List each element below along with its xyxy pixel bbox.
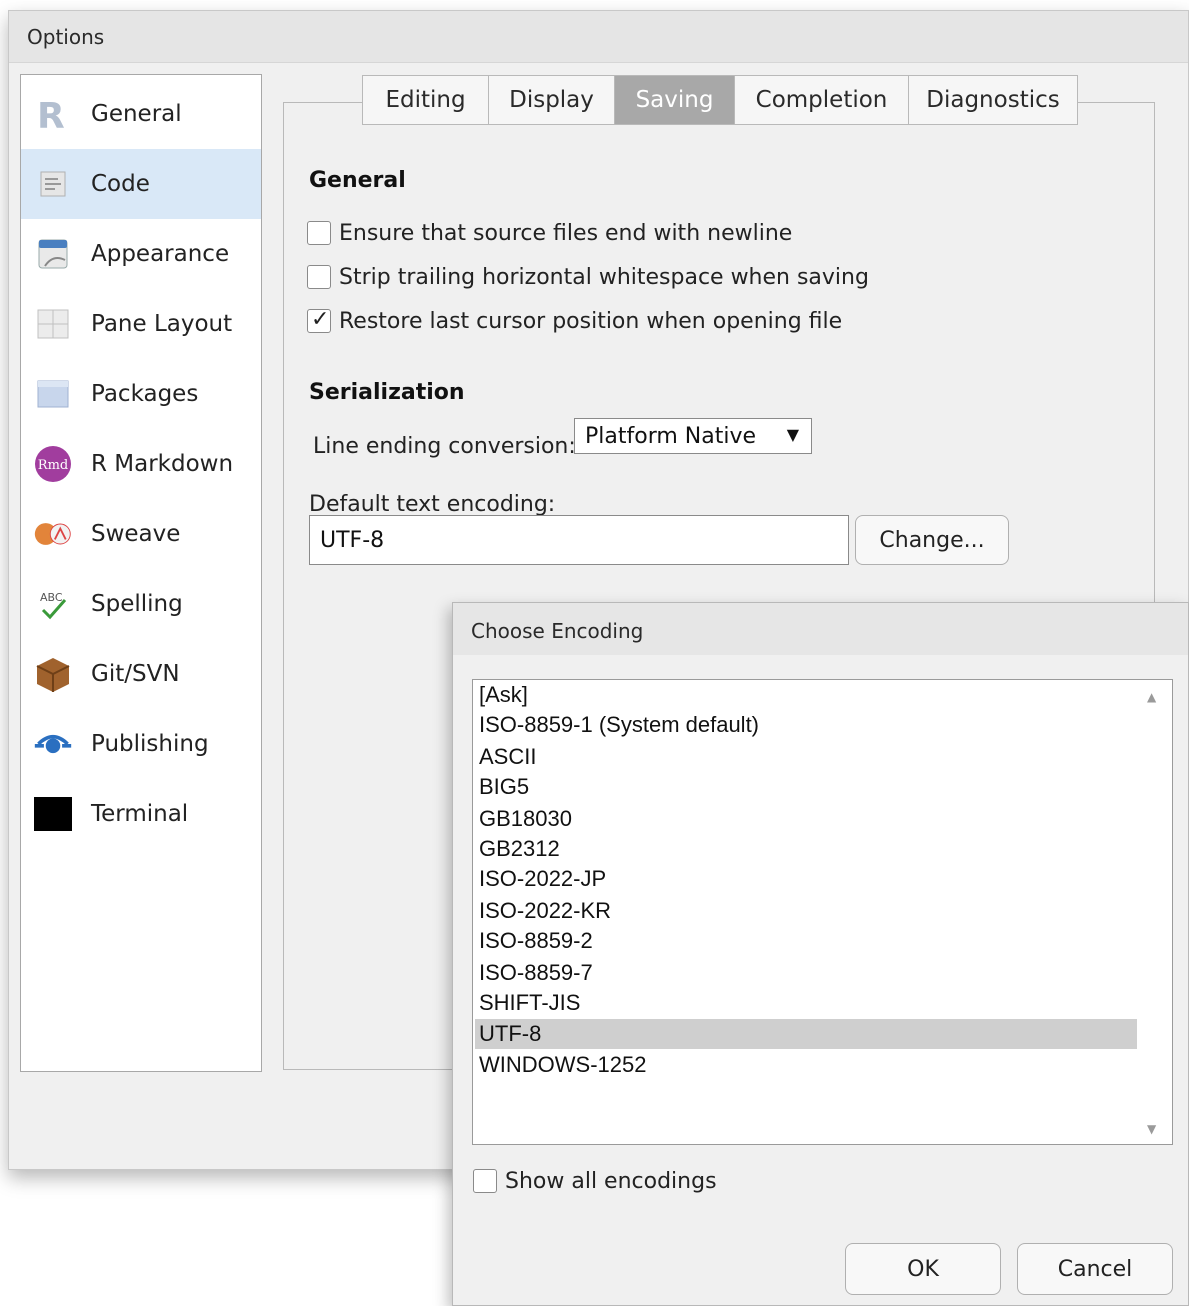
sidebar-item-label: Pane Layout — [91, 311, 233, 337]
option-restore-cursor[interactable]: Restore last cursor position when openin… — [307, 306, 842, 336]
sidebar-item-code[interactable]: Code — [21, 149, 261, 219]
tab-bar: Editing Display Saving Completion Diagno… — [362, 75, 1078, 125]
sidebar-item-label: Terminal — [91, 801, 189, 827]
appearance-icon — [33, 234, 73, 274]
sidebar-item-publishing[interactable]: Publishing — [21, 709, 261, 779]
encoding-input[interactable] — [309, 515, 849, 565]
sidebar-item-terminal[interactable]: Terminal — [21, 779, 261, 849]
encoding-list-item[interactable]: ISO-2022-JP — [475, 864, 1137, 894]
encoding-list-item[interactable]: ISO-8859-2 — [475, 926, 1137, 956]
scroll-up-icon[interactable]: ▲ — [1147, 690, 1156, 704]
window-title: Options — [27, 25, 105, 49]
option-ensure-newline[interactable]: Ensure that source files end with newlin… — [307, 218, 792, 248]
line-ending-value: Platform Native — [585, 423, 757, 449]
option-label: Restore last cursor position when openin… — [339, 308, 843, 334]
encoding-dialog-title: Choose Encoding — [471, 619, 644, 643]
show-all-encodings-option[interactable]: Show all encodings — [473, 1166, 717, 1196]
encoding-list-item[interactable]: BIG5 — [475, 772, 1137, 802]
terminal-icon — [33, 794, 73, 834]
dropdown-arrow-icon: ▼ — [786, 425, 799, 444]
encoding-list[interactable]: [Ask] ISO-8859-1 (System default) ASCII … — [472, 679, 1173, 1145]
encoding-list-item[interactable]: [Ask] — [475, 680, 1137, 710]
sidebar-item-general[interactable]: R General — [21, 79, 261, 149]
sidebar-item-label: Sweave — [91, 521, 181, 547]
change-encoding-button[interactable]: Change... — [855, 515, 1009, 565]
section-header-serialization: Serialization — [309, 380, 465, 405]
encoding-list-item[interactable]: ISO-2022-KR — [475, 896, 1137, 926]
sidebar-item-label: Packages — [91, 381, 199, 407]
ok-button[interactable]: OK — [845, 1243, 1001, 1295]
svg-text:R: R — [37, 96, 65, 133]
list-scrollbar[interactable]: ▲ ▼ — [1138, 680, 1172, 1144]
encoding-list-item[interactable]: ISO-8859-7 — [475, 958, 1137, 988]
encoding-list-item-selected[interactable]: UTF-8 — [475, 1019, 1137, 1049]
panel-border — [283, 102, 363, 103]
spelling-icon: ABC — [33, 584, 73, 624]
svg-text:ABC: ABC — [40, 591, 63, 604]
encoding-label: Default text encoding: — [309, 492, 556, 517]
encoding-list-item[interactable]: ASCII — [475, 742, 1137, 772]
sidebar-item-label: General — [91, 101, 182, 127]
encoding-list-item[interactable]: WINDOWS-1252 — [475, 1050, 1137, 1080]
checkbox[interactable] — [307, 265, 331, 289]
line-ending-select[interactable]: Platform Native ▼ — [574, 418, 812, 454]
scroll-down-icon[interactable]: ▼ — [1147, 1122, 1156, 1136]
category-list: R General Code Appearance Pane Layout Pa… — [20, 74, 262, 1072]
tab-editing[interactable]: Editing — [362, 75, 488, 125]
sidebar-item-sweave[interactable]: Sweave — [21, 499, 261, 569]
option-label: Strip trailing horizontal whitespace whe… — [339, 264, 869, 290]
encoding-list-item[interactable]: GB18030 — [475, 804, 1137, 834]
section-header-general: General — [309, 168, 406, 193]
rmarkdown-icon: Rmd — [33, 444, 73, 484]
code-icon — [33, 164, 73, 204]
line-ending-label: Line ending conversion: — [313, 434, 576, 459]
git-icon — [33, 654, 73, 694]
sidebar-item-appearance[interactable]: Appearance — [21, 219, 261, 289]
cancel-button[interactable]: Cancel — [1017, 1243, 1173, 1295]
show-all-label: Show all encodings — [505, 1168, 717, 1194]
sidebar-item-git-svn[interactable]: Git/SVN — [21, 639, 261, 709]
sidebar-item-label: Appearance — [91, 241, 230, 267]
sidebar-item-pane-layout[interactable]: Pane Layout — [21, 289, 261, 359]
checkbox-checked[interactable] — [307, 307, 331, 333]
svg-text:Rmd: Rmd — [38, 458, 68, 473]
tab-diagnostics[interactable]: Diagnostics — [908, 75, 1078, 125]
sweave-icon — [33, 514, 73, 554]
r-logo-icon: R — [33, 94, 73, 134]
encoding-list-item[interactable]: GB2312 — [475, 834, 1137, 864]
sidebar-item-label: Publishing — [91, 731, 209, 757]
checkbox[interactable] — [473, 1169, 497, 1193]
pane-layout-icon — [33, 304, 73, 344]
checkbox[interactable] — [307, 221, 331, 245]
panel-border — [1077, 102, 1155, 103]
publishing-icon — [33, 724, 73, 764]
encoding-list-item[interactable]: ISO-8859-1 (System default) — [475, 710, 1137, 740]
tab-saving[interactable]: Saving — [614, 75, 734, 125]
sidebar-item-label: Spelling — [91, 591, 183, 617]
options-titlebar[interactable]: Options — [9, 11, 1188, 63]
sidebar-item-label: Code — [91, 171, 150, 197]
encoding-list-item[interactable]: SHIFT-JIS — [475, 988, 1137, 1018]
sidebar-item-spelling[interactable]: ABC Spelling — [21, 569, 261, 639]
tab-display[interactable]: Display — [488, 75, 614, 125]
encoding-dialog-titlebar[interactable]: Choose Encoding — [453, 603, 1188, 655]
sidebar-item-label: Git/SVN — [91, 661, 180, 687]
option-strip-whitespace[interactable]: Strip trailing horizontal whitespace whe… — [307, 262, 869, 292]
choose-encoding-dialog: Choose Encoding [Ask] ISO-8859-1 (System… — [452, 602, 1189, 1306]
sidebar-item-packages[interactable]: Packages — [21, 359, 261, 429]
sidebar-item-r-markdown[interactable]: Rmd R Markdown — [21, 429, 261, 499]
option-label: Ensure that source files end with newlin… — [339, 220, 793, 246]
sidebar-item-label: R Markdown — [91, 451, 234, 477]
tab-completion[interactable]: Completion — [734, 75, 908, 125]
packages-icon — [33, 374, 73, 414]
